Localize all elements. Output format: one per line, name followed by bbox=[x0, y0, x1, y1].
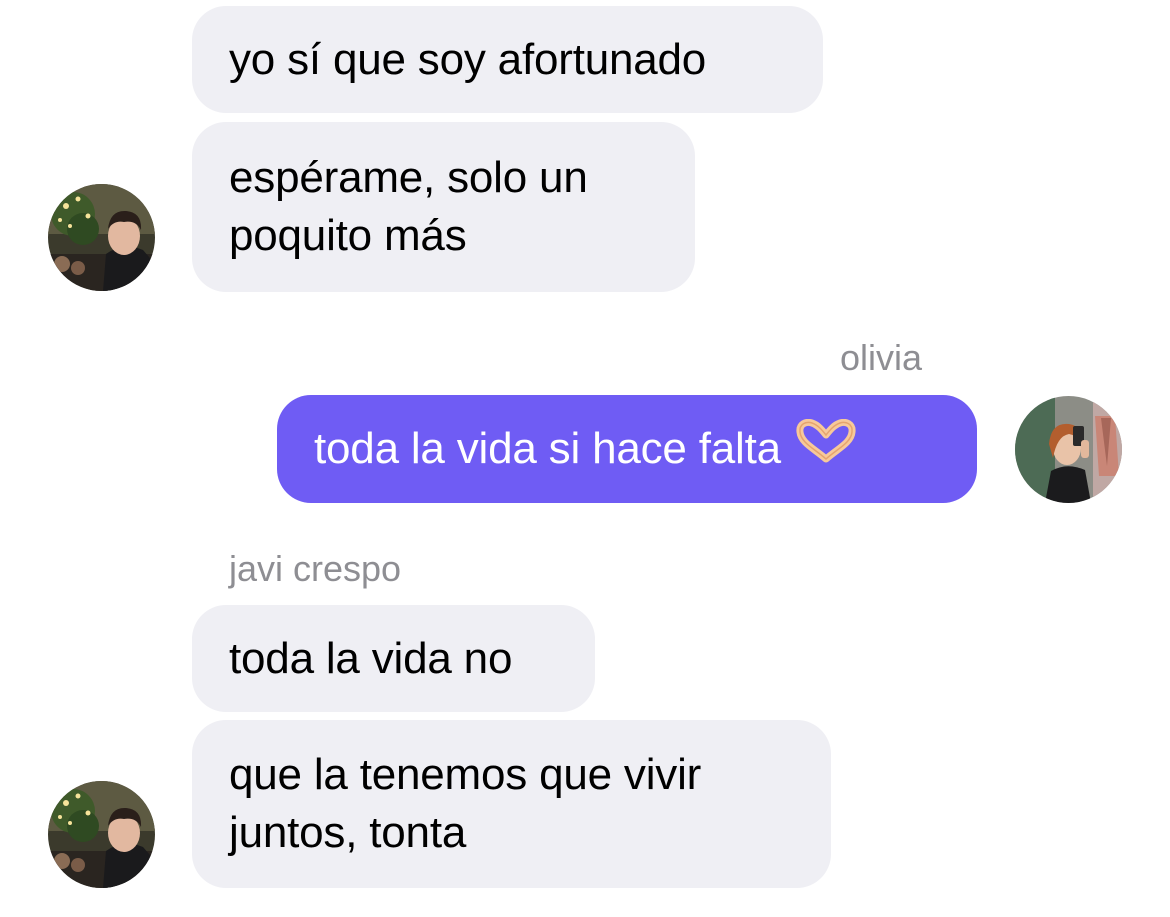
message-text-line-1: que la tenemos que vivir bbox=[229, 750, 702, 799]
sender-name-olivia: olivia bbox=[840, 337, 923, 378]
message-bubble[interactable]: que la tenemos que vivir juntos, tonta bbox=[192, 720, 831, 888]
message-bubble[interactable]: yo sí que soy afortunado bbox=[192, 6, 823, 113]
message-text: yo sí que soy afortunado bbox=[229, 34, 707, 84]
message-text-line-2: poquito más bbox=[229, 211, 467, 260]
avatar-image bbox=[48, 184, 155, 291]
message-text-line: toda la vida si hace falta bbox=[314, 418, 940, 478]
sender-name-javi-crespo: javi crespo bbox=[229, 548, 402, 589]
message-text: toda la vida si hace falta bbox=[314, 424, 781, 473]
avatar-javi-crespo[interactable] bbox=[48, 781, 155, 888]
avatar-image bbox=[1015, 396, 1122, 503]
message-bubble-outgoing[interactable]: toda la vida si hace falta bbox=[277, 395, 977, 503]
heart-hands-icon bbox=[795, 418, 857, 478]
avatar-javi-crespo[interactable] bbox=[48, 184, 155, 291]
message-text-line-2: juntos, tonta bbox=[229, 808, 467, 857]
message-text: toda la vida no bbox=[229, 633, 513, 683]
message-bubble[interactable]: toda la vida no bbox=[192, 605, 595, 712]
message-text-line-1: espérame, solo un bbox=[229, 153, 588, 202]
avatar-image bbox=[48, 781, 155, 888]
avatar-olivia[interactable] bbox=[1015, 396, 1122, 503]
message-bubble[interactable]: espérame, solo un poquito más bbox=[192, 122, 695, 292]
